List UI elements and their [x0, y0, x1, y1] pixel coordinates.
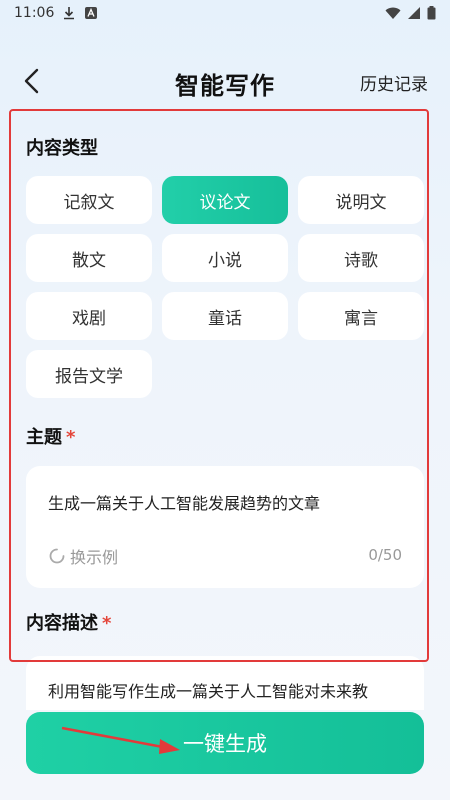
type-option-novel[interactable]: 小说: [162, 234, 288, 282]
description-title: 内容描述 *: [26, 609, 111, 635]
topic-title-label: 主题: [26, 427, 62, 448]
topic-input[interactable]: 生成一篇关于人工智能发展趋势的文章: [48, 490, 320, 514]
type-option-poetry[interactable]: 诗歌: [298, 234, 424, 282]
download-icon: [64, 7, 75, 20]
status-time: 11:06: [14, 5, 55, 21]
description-title-label: 内容描述: [26, 613, 98, 634]
content-type-title: 内容类型: [26, 138, 98, 159]
app-notification-icon: [85, 7, 98, 19]
type-option-drama[interactable]: 戏剧: [26, 292, 152, 340]
history-link[interactable]: 历史记录: [360, 70, 428, 95]
change-example-button[interactable]: 换示例: [48, 544, 118, 568]
type-option-expository[interactable]: 说明文: [298, 176, 424, 224]
back-arrow-icon[interactable]: [18, 66, 48, 96]
type-option-fable[interactable]: 寓言: [298, 292, 424, 340]
header: 智能写作 历史记录: [0, 56, 450, 106]
char-counter: 0/50: [368, 546, 402, 564]
type-option-prose[interactable]: 散文: [26, 234, 152, 282]
type-option-argumentative[interactable]: 议论文: [162, 176, 288, 224]
description-input-card[interactable]: 利用智能写作生成一篇关于人工智能对未来教: [26, 656, 424, 710]
type-option-fairy-tale[interactable]: 童话: [162, 292, 288, 340]
refresh-icon: [49, 548, 65, 564]
status-bar: 11:06: [0, 0, 450, 26]
wifi-icon: [385, 7, 401, 19]
generate-button[interactable]: 一键生成: [26, 712, 424, 774]
type-option-narrative[interactable]: 记叙文: [26, 176, 152, 224]
type-option-reportage[interactable]: 报告文学: [26, 350, 152, 398]
battery-icon: [427, 6, 436, 20]
change-example-label: 换示例: [70, 548, 119, 567]
topic-input-card[interactable]: 生成一篇关于人工智能发展趋势的文章 换示例 0/50: [26, 466, 424, 588]
required-mark: *: [102, 613, 112, 634]
description-input[interactable]: 利用智能写作生成一篇关于人工智能对未来教: [48, 678, 368, 702]
signal-icon: [408, 7, 420, 19]
content-type-grid: 记叙文 议论文 说明文 散文 小说 诗歌 戏剧 童话 寓言 报告文学: [26, 176, 424, 398]
topic-title: 主题 *: [26, 423, 75, 449]
required-mark: *: [66, 427, 76, 448]
